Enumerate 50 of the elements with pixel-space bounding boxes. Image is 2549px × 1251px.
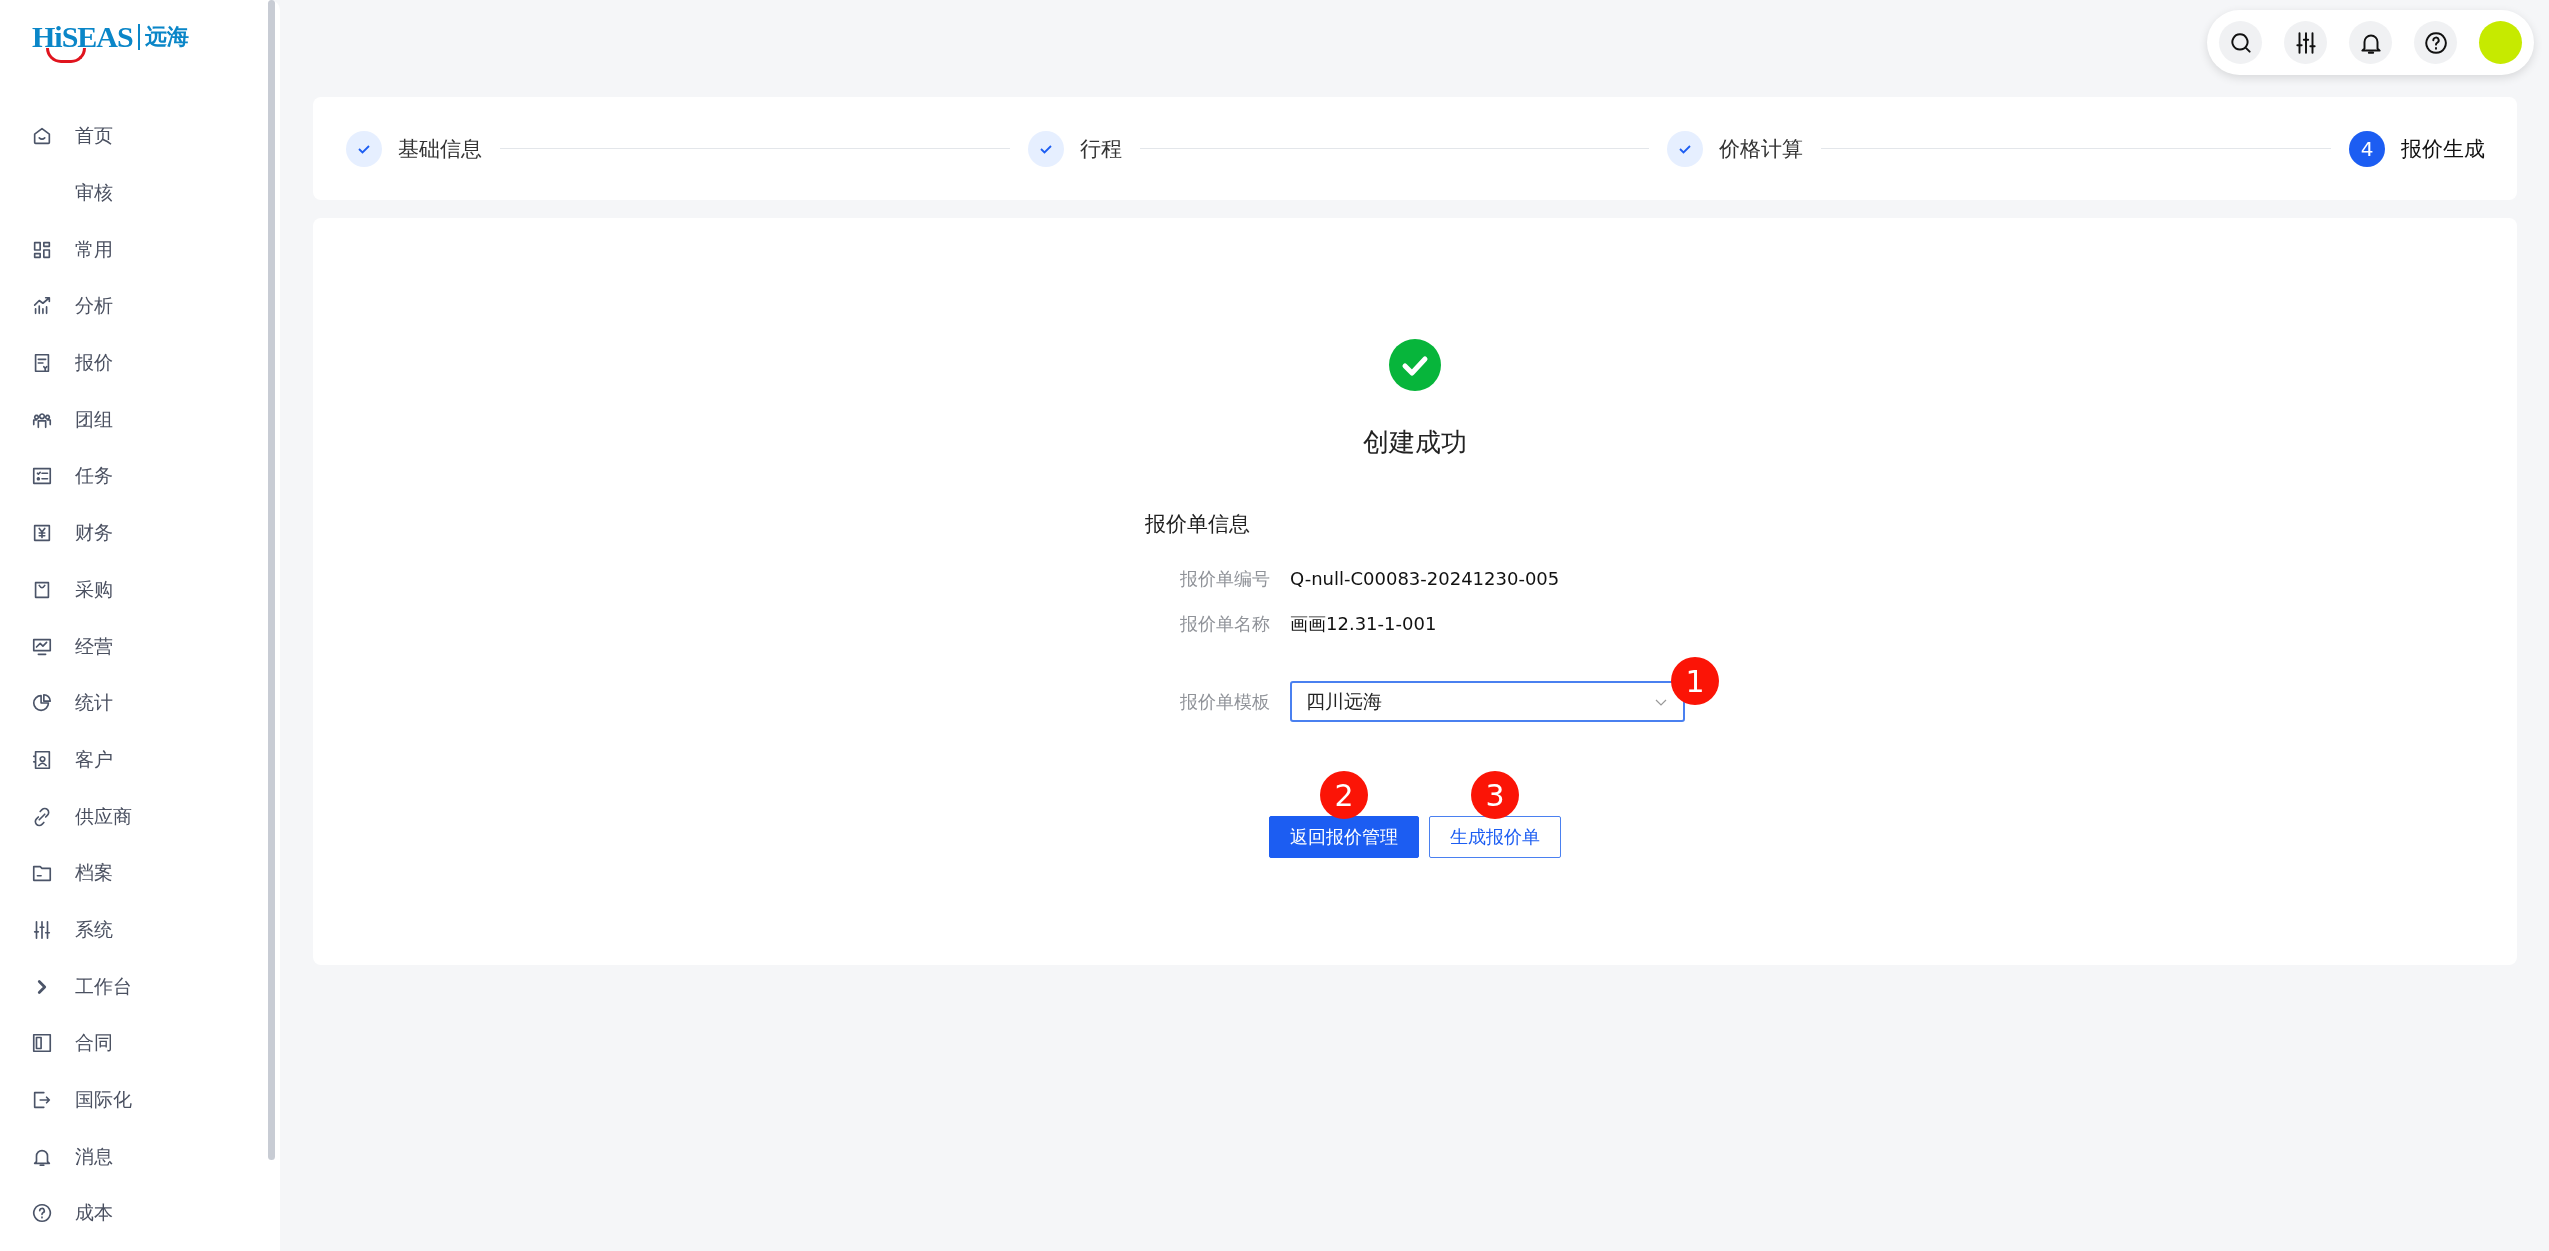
sidebar-item[interactable]: 财务 (0, 504, 280, 562)
logo: HiSEAS 远海 (32, 18, 228, 66)
success-check-icon (1389, 339, 1441, 391)
sidebar-item[interactable]: 消息 (0, 1128, 280, 1186)
sidebar-item[interactable]: 采购 (0, 561, 280, 619)
field-value: 画画12.31-1-001 (1290, 611, 1437, 636)
toolbar-button[interactable] (2414, 21, 2457, 64)
help-icon (2422, 29, 2449, 56)
sidebar-item[interactable]: 档案 (0, 844, 280, 902)
sidebar-item[interactable]: 分析 (0, 278, 280, 335)
sidebar-item[interactable]: 系统 (0, 901, 280, 959)
sidebar-item[interactable]: 统计 (0, 674, 280, 732)
toolbar-button[interactable] (2284, 21, 2327, 64)
field-label: 报价单编号 (1179, 566, 1270, 591)
annotation-marker: 2 (1320, 771, 1368, 819)
step-label: 基础信息 (398, 135, 482, 163)
step-number: 4 (2349, 130, 2385, 167)
annotation-marker: 3 (1471, 771, 1519, 819)
sidebar-item[interactable]: 经营 (0, 618, 280, 675)
sidebar-item[interactable]: 合同 (0, 1015, 280, 1072)
action-button[interactable]: 返回报价管理 (1269, 816, 1419, 858)
template-select[interactable]: 四川远海 (1290, 681, 1685, 722)
scrollbar[interactable] (268, 0, 275, 1160)
sidebar-item[interactable]: 首页 (0, 108, 280, 165)
sidebar-item[interactable]: 报价 (0, 334, 280, 392)
sidebar-item[interactable]: 供应商 (0, 788, 280, 845)
section-title: 报价单信息 (1145, 511, 1251, 538)
sidebar-item[interactable]: 工作台 (0, 958, 280, 1015)
step-label: 报价生成 (2401, 135, 2485, 163)
field-label: 报价单名称 (1179, 611, 1270, 636)
sliders-icon (31, 918, 53, 941)
sidebar-item[interactable]: 任务 (0, 448, 280, 505)
field-value: Q-null-C00083-20241230-005 (1290, 568, 1560, 589)
annotation-marker: 1 (1671, 657, 1719, 705)
toolbar-button[interactable] (2349, 21, 2392, 64)
sidebar-item[interactable]: 常用 (0, 221, 280, 279)
sidebar-item[interactable]: 团组 (0, 391, 280, 449)
sidebar-item[interactable]: 审核 (0, 164, 280, 222)
panel-icon (31, 1032, 53, 1055)
step-label: 行程 (1079, 135, 1122, 163)
help-icon (31, 1202, 53, 1225)
result-title: 创建成功 (1363, 426, 1467, 459)
action-button[interactable]: 生成报价单 (1429, 816, 1561, 858)
toolbar-button[interactable] (2219, 21, 2262, 64)
sidebar-item[interactable]: 国际化 (0, 1071, 280, 1129)
step-label: 价格计算 (1719, 135, 1804, 163)
sidebar-item[interactable]: 客户 (0, 731, 280, 789)
field-label: 报价单模板 (1179, 689, 1270, 714)
contact-card-icon (31, 748, 53, 771)
sidebar-item[interactable]: 成本 (0, 1185, 280, 1242)
